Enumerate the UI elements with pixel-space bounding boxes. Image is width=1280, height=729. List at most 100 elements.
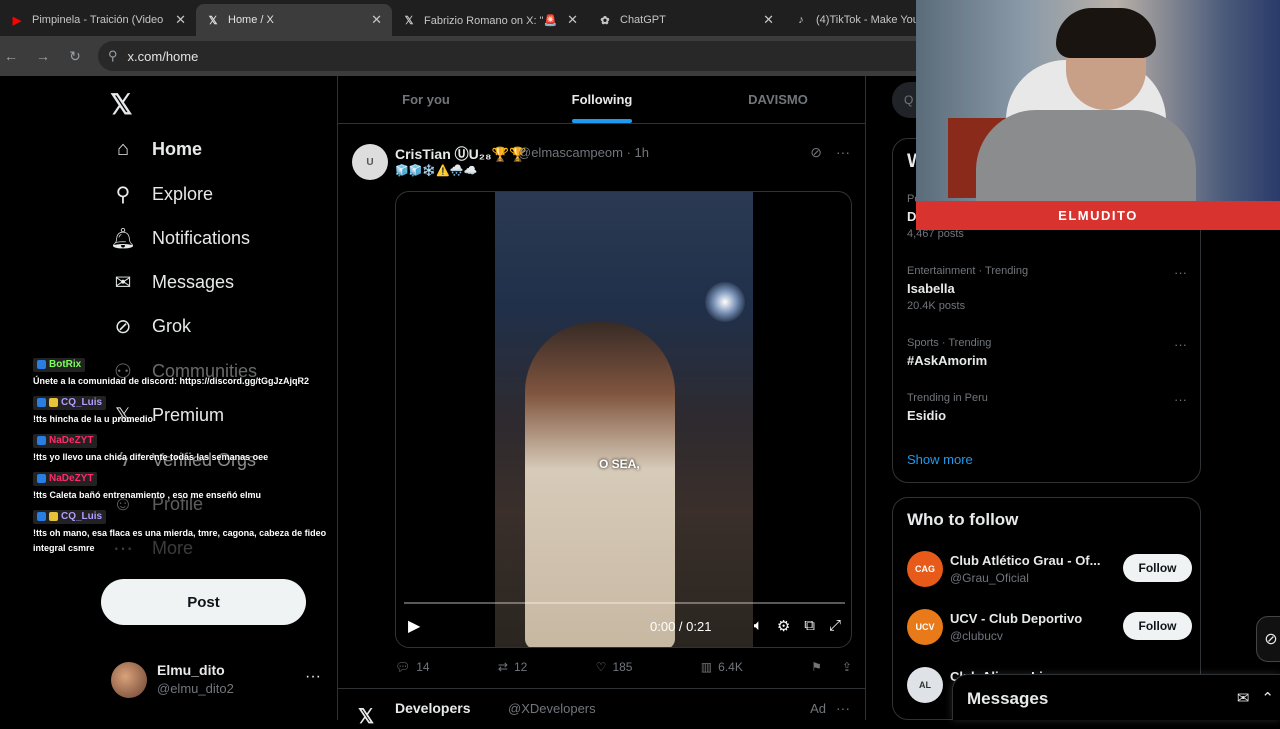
views-icon: ▥ xyxy=(700,660,713,674)
trend-name: #AskAmorim xyxy=(907,353,988,368)
sidebar-item-home[interactable]: ⌂ Home xyxy=(112,138,202,160)
share-actions: ⚑ ⇪ xyxy=(811,660,852,674)
video-player[interactable]: O SEA, ▶ 0:00 / 0:21 🔈︎ ⚙ ⧉ ⤢ xyxy=(395,191,852,648)
tab-for-you[interactable]: For you xyxy=(338,76,514,123)
tweet-author-handle[interactable]: @XDevelopers xyxy=(508,701,596,716)
bookmark-icon[interactable]: ⚑ xyxy=(811,660,822,674)
grok-icon[interactable]: ⊘ xyxy=(810,144,822,161)
new-message-icon[interactable]: ✉ xyxy=(1237,689,1250,707)
avatar[interactable]: U xyxy=(352,144,388,180)
tab-title: Pimpinela - Traición (Video xyxy=(32,14,164,26)
messages-drawer[interactable]: Messages ✉ ⌃ xyxy=(952,674,1280,720)
trend-context: Entertainment · Trending xyxy=(907,265,1029,277)
video-frame[interactable]: O SEA, xyxy=(495,192,753,647)
feed-tabs: For you Following DAVISMO xyxy=(338,76,866,124)
stadium-light xyxy=(705,282,745,322)
account-handle: @clubucv xyxy=(950,629,1003,643)
chat-text: !tts yo llevo una chica diferente todas … xyxy=(33,452,269,462)
x-icon: 𝕏 xyxy=(208,14,218,27)
streamer-name-banner: ELMUDITO xyxy=(916,201,1280,230)
sidebar-item-label: Home xyxy=(152,138,203,159)
tweet-author-handle[interactable]: @elmascampeom · 1h xyxy=(518,145,649,160)
tweet-author-name[interactable]: CrisTian ⓊU₂₈🏆🏆 xyxy=(395,144,526,164)
fullscreen-icon[interactable]: ⤢ xyxy=(829,617,841,635)
tab-title: Home / X xyxy=(228,14,274,26)
follow-button[interactable]: Follow xyxy=(1123,554,1192,582)
tweet-header-actions: ⊘ ··· xyxy=(810,144,850,161)
avatar: CAG xyxy=(907,551,943,587)
views-button[interactable]: ▥ 6.4K xyxy=(701,660,743,674)
follow-suggestion[interactable]: CAG Club Atlético Grau - Of... @Grau_Ofi… xyxy=(907,551,1192,591)
url-field[interactable]: ⚲ x.com/home xyxy=(98,41,998,71)
x-logo-icon: 𝕏 xyxy=(358,706,375,728)
avatar: AL xyxy=(907,667,943,703)
profile-name: Elmu_dito xyxy=(157,662,225,678)
account-switcher[interactable]: Elmu_dito @elmu_dito2 ··· xyxy=(111,662,321,698)
tab-following[interactable]: Following xyxy=(514,76,690,123)
close-icon[interactable]: ✕ xyxy=(567,12,578,28)
chevron-up-icon[interactable]: ⌃ xyxy=(1261,689,1274,707)
more-icon[interactable]: ··· xyxy=(1174,337,1187,352)
site-info-icon[interactable]: ⚲ xyxy=(108,48,118,64)
tweet[interactable]: U CrisTian ⓊU₂₈🏆🏆 @elmascampeom · 1h 🧊🧊❄… xyxy=(338,134,866,689)
view-count: 6.4K xyxy=(718,660,743,674)
close-icon[interactable]: ✕ xyxy=(371,12,382,28)
follow-button[interactable]: Follow xyxy=(1123,612,1192,640)
video-progress-bar[interactable] xyxy=(404,602,845,604)
bell-icon: 🔔︎ xyxy=(110,227,136,250)
sidebar-item-explore[interactable]: ⚲ Explore xyxy=(112,183,213,206)
repost-button[interactable]: ⇄ 12 xyxy=(498,660,527,674)
profile-handle: @elmu_dito2 xyxy=(157,681,234,696)
more-icon[interactable]: ··· xyxy=(305,668,321,686)
like-button[interactable]: ♡ 185 xyxy=(596,660,633,674)
badge-icon xyxy=(37,398,46,407)
close-icon[interactable]: ✕ xyxy=(763,12,774,28)
trend-item[interactable]: Sports · Trending #AskAmorim ··· xyxy=(907,337,1187,368)
grok-icon: ⊘ xyxy=(1264,631,1278,648)
trend-context: Sports · Trending xyxy=(907,337,992,349)
stream-chat-overlay: BotRix Únete a la comunidad de discord: … xyxy=(33,356,333,561)
repost-icon: ⇄ xyxy=(497,660,508,674)
tweet-author-name[interactable]: Developers xyxy=(395,700,470,716)
heart-icon: ♡ xyxy=(595,660,607,674)
settings-icon[interactable]: ⚙ xyxy=(777,617,790,635)
browser-tab-3[interactable]: 𝕏 Fabrizio Romano on X: "🚨 ✕ xyxy=(392,4,588,36)
trend-item[interactable]: Trending in Peru Esidio ··· xyxy=(907,392,1187,423)
browser-tab-4[interactable]: ✿ ChatGPT ✕ xyxy=(588,4,784,36)
grok-floating-button[interactable]: ⊘ xyxy=(1256,616,1280,662)
account-name: Club Atlético Grau - Of... xyxy=(950,553,1101,568)
post-button[interactable]: Post xyxy=(101,579,306,625)
ad-tweet[interactable]: 𝕏 Developers @XDevelopers Ad ··· xyxy=(338,690,866,728)
follow-suggestion[interactable]: UCV UCV - Club Deportivo @clubucv Follow xyxy=(907,609,1192,649)
chat-message: CQ_Luis !tts hincha de la u promedio xyxy=(33,394,333,427)
pip-icon[interactable]: ⧉ xyxy=(804,617,815,635)
more-icon[interactable]: ··· xyxy=(836,144,850,161)
forward-icon[interactable]: → xyxy=(34,48,52,64)
sidebar-item-messages[interactable]: ✉ Messages xyxy=(112,271,234,294)
chat-message: CQ_Luis !tts oh mano, esa flaca es una m… xyxy=(33,508,333,556)
chat-user-badge: BotRix xyxy=(33,357,86,372)
tweet-text: 🧊🧊❄️⚠️🌨️☁️ xyxy=(395,165,478,177)
chat-message: NaDeZYT !tts yo llevo una chica diferent… xyxy=(33,432,333,465)
sidebar-item-notifications[interactable]: 🔔︎ Notifications xyxy=(110,227,250,250)
browser-tab-1[interactable]: ▶ Pimpinela - Traición (Video ✕ xyxy=(0,4,196,36)
x-logo-icon[interactable]: 𝕏 xyxy=(110,88,133,121)
share-icon[interactable]: ⇪ xyxy=(842,660,852,674)
close-icon[interactable]: ✕ xyxy=(175,12,186,28)
more-icon[interactable]: ··· xyxy=(1174,392,1187,407)
reply-button[interactable]: 💬︎ 14 xyxy=(395,660,430,674)
chat-text: !tts Caleta bañó entrenamiento , eso me … xyxy=(33,490,262,500)
play-icon[interactable]: ▶ xyxy=(408,616,420,636)
show-more-link[interactable]: Show more xyxy=(907,452,973,467)
volume-icon[interactable]: 🔈︎ xyxy=(754,617,763,635)
back-icon[interactable]: ← xyxy=(2,48,20,64)
account-handle: @Grau_Oficial xyxy=(950,571,1029,585)
x-icon: 𝕏 xyxy=(404,14,414,27)
more-icon[interactable]: ··· xyxy=(1174,265,1187,280)
reload-icon[interactable]: ↻ xyxy=(66,48,84,65)
sidebar-item-grok[interactable]: ⊘ Grok xyxy=(112,315,191,338)
tab-davismo[interactable]: DAVISMO xyxy=(690,76,866,123)
browser-tab-2[interactable]: 𝕏 Home / X ✕ xyxy=(196,4,392,36)
trend-item[interactable]: Entertainment · Trending Isabella 20.4K … xyxy=(907,265,1187,312)
more-icon[interactable]: ··· xyxy=(836,700,850,716)
